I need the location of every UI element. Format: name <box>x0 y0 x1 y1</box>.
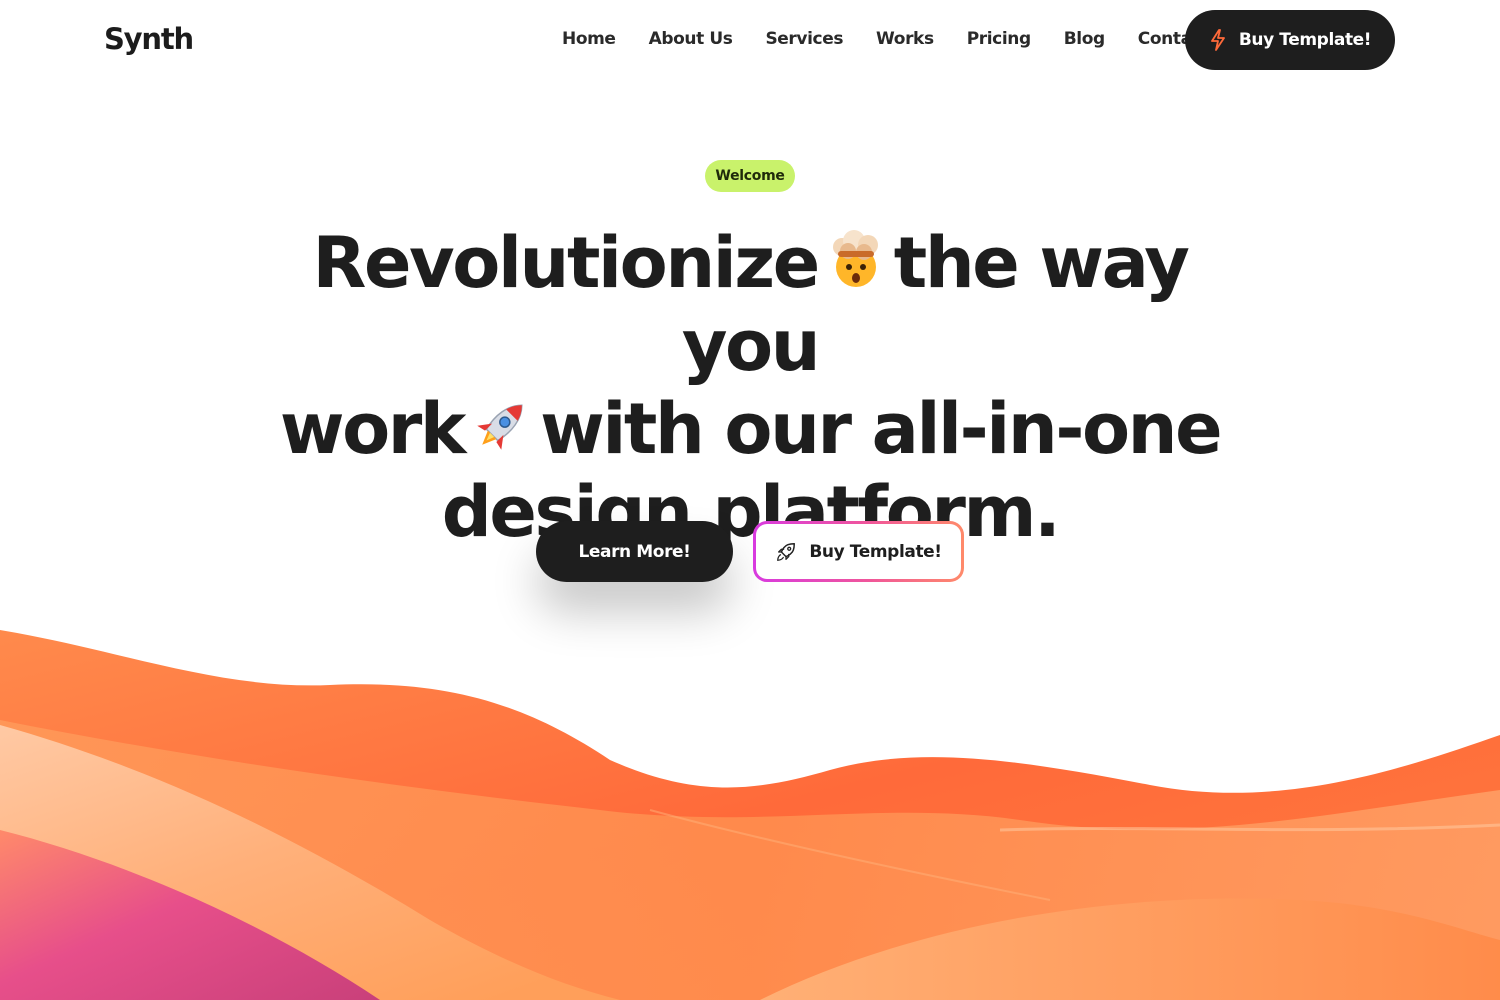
buy-template-button[interactable]: Buy Template! <box>753 521 964 582</box>
logo[interactable]: Synth <box>104 22 194 56</box>
hero-cta-row: Learn More! Buy Template! <box>0 521 1500 583</box>
headline-text-3: work <box>279 388 467 470</box>
buy-template-button-inner: Buy Template! <box>756 524 961 579</box>
nav-link-services[interactable]: Services <box>765 29 843 49</box>
top-navigation: Synth Home About Us Services Works Prici… <box>0 0 1500 80</box>
nav-link-works[interactable]: Works <box>876 29 934 49</box>
exploding-head-emoji-icon <box>824 226 888 290</box>
rocket-emoji-icon <box>470 392 534 456</box>
nav-link-pricing[interactable]: Pricing <box>967 29 1031 49</box>
nav-link-blog[interactable]: Blog <box>1064 29 1105 49</box>
nav-link-home[interactable]: Home <box>562 29 616 49</box>
nav-link-about-us[interactable]: About Us <box>649 29 733 49</box>
nav-links: Home About Us Services Works Pricing Blo… <box>562 29 1242 49</box>
headline-text-4: with our all-in-one <box>540 388 1223 470</box>
learn-more-button[interactable]: Learn More! <box>536 521 733 582</box>
nav-buy-template-label: Buy Template! <box>1238 30 1372 50</box>
hero-headline: Revolutionize the way you work with our … <box>250 222 1250 554</box>
lightning-bolt-icon <box>1210 29 1225 51</box>
buy-template-label: Buy Template! <box>809 541 942 562</box>
rocket-outline-icon <box>777 542 796 561</box>
gradient-waves-background <box>0 630 1500 1000</box>
nav-buy-template-button[interactable]: Buy Template! <box>1185 10 1395 70</box>
headline-text-1: Revolutionize <box>312 222 820 304</box>
welcome-badge: Welcome <box>705 160 795 192</box>
landing-page: Synth Home About Us Services Works Prici… <box>0 0 1500 1000</box>
